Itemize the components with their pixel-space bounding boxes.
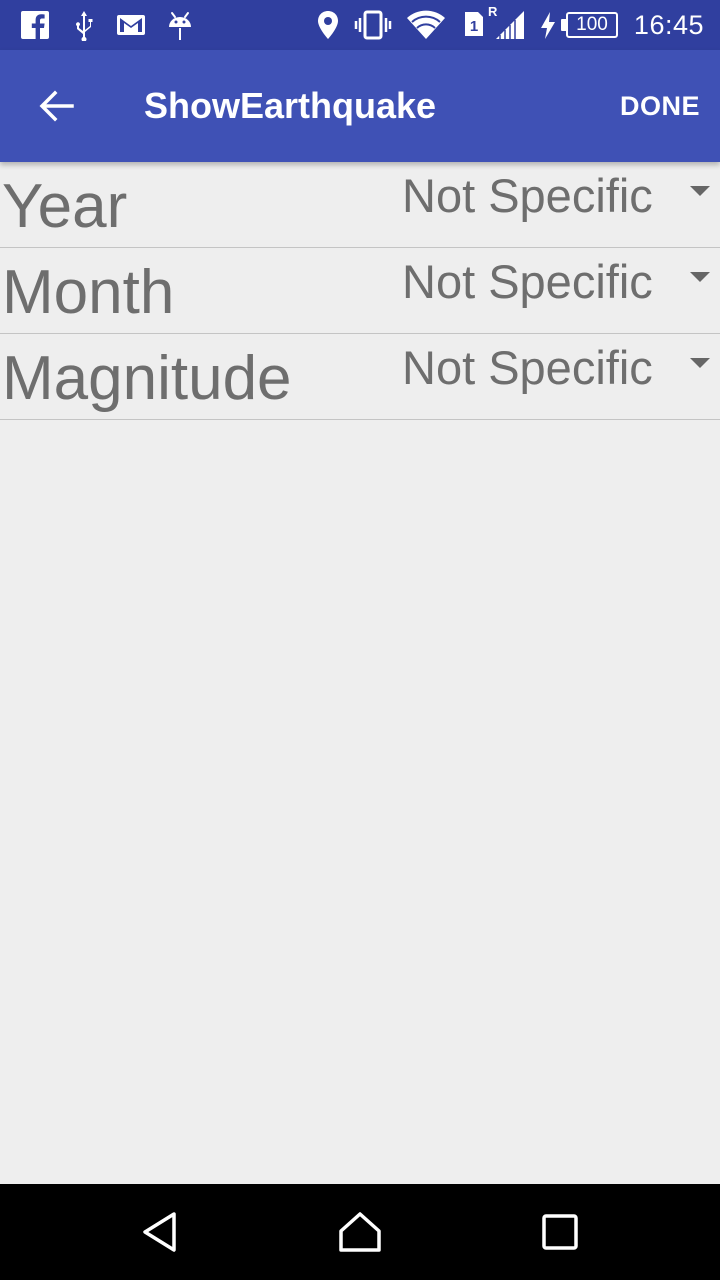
filter-label-month: Month <box>2 258 175 327</box>
back-triangle-icon <box>143 1212 176 1252</box>
status-bar: 1 R 100 16:45 <box>0 0 720 50</box>
nav-home-button[interactable] <box>330 1202 390 1262</box>
arrow-left-icon <box>39 90 74 122</box>
gmail-icon <box>116 9 146 41</box>
dropdown-arrow-icon <box>690 358 710 368</box>
battery-level: 100 <box>576 14 608 35</box>
back-button[interactable] <box>24 74 88 138</box>
magnitude-spinner[interactable]: Not Specific <box>400 334 720 404</box>
usb-icon <box>72 9 96 41</box>
done-button[interactable]: DONE <box>620 86 700 126</box>
vibrate-icon <box>354 9 392 41</box>
page-title: ShowEarthquake <box>144 85 437 126</box>
battery-icon: 100 <box>566 12 618 38</box>
app-bar: ShowEarthquake DONE <box>0 50 720 162</box>
nav-back-button[interactable] <box>130 1202 190 1262</box>
month-spinner-value: Not Specific <box>402 255 653 308</box>
year-spinner-value: Not Specific <box>402 169 653 222</box>
wifi-icon <box>406 9 446 41</box>
home-icon <box>339 1212 381 1252</box>
nav-recents-button[interactable] <box>530 1202 590 1262</box>
charging-icon <box>538 9 558 41</box>
phone-screen: 1 R 100 16:45 ShowEarthquake DONE Year N… <box>0 0 720 1280</box>
svg-text:1: 1 <box>470 18 478 35</box>
dropdown-arrow-icon <box>690 186 710 196</box>
filter-label-year: Year <box>2 172 128 241</box>
cell-signal-icon <box>494 9 526 41</box>
filter-row-year: Year Not Specific <box>0 162 720 248</box>
magnitude-spinner-value: Not Specific <box>402 341 653 394</box>
recents-square-icon <box>542 1214 578 1250</box>
filter-row-month: Month Not Specific <box>0 248 720 334</box>
year-spinner[interactable]: Not Specific <box>400 162 720 232</box>
filter-row-magnitude: Magnitude Not Specific <box>0 334 720 420</box>
android-debug-icon <box>166 9 194 41</box>
month-spinner[interactable]: Not Specific <box>400 248 720 318</box>
filter-label-magnitude: Magnitude <box>2 344 292 413</box>
status-clock: 16:45 <box>633 10 704 40</box>
navigation-bar <box>0 1184 720 1280</box>
sim-icon: 1 <box>462 8 486 40</box>
dropdown-arrow-icon <box>690 272 710 282</box>
location-icon <box>316 9 340 41</box>
facebook-icon <box>20 9 50 41</box>
